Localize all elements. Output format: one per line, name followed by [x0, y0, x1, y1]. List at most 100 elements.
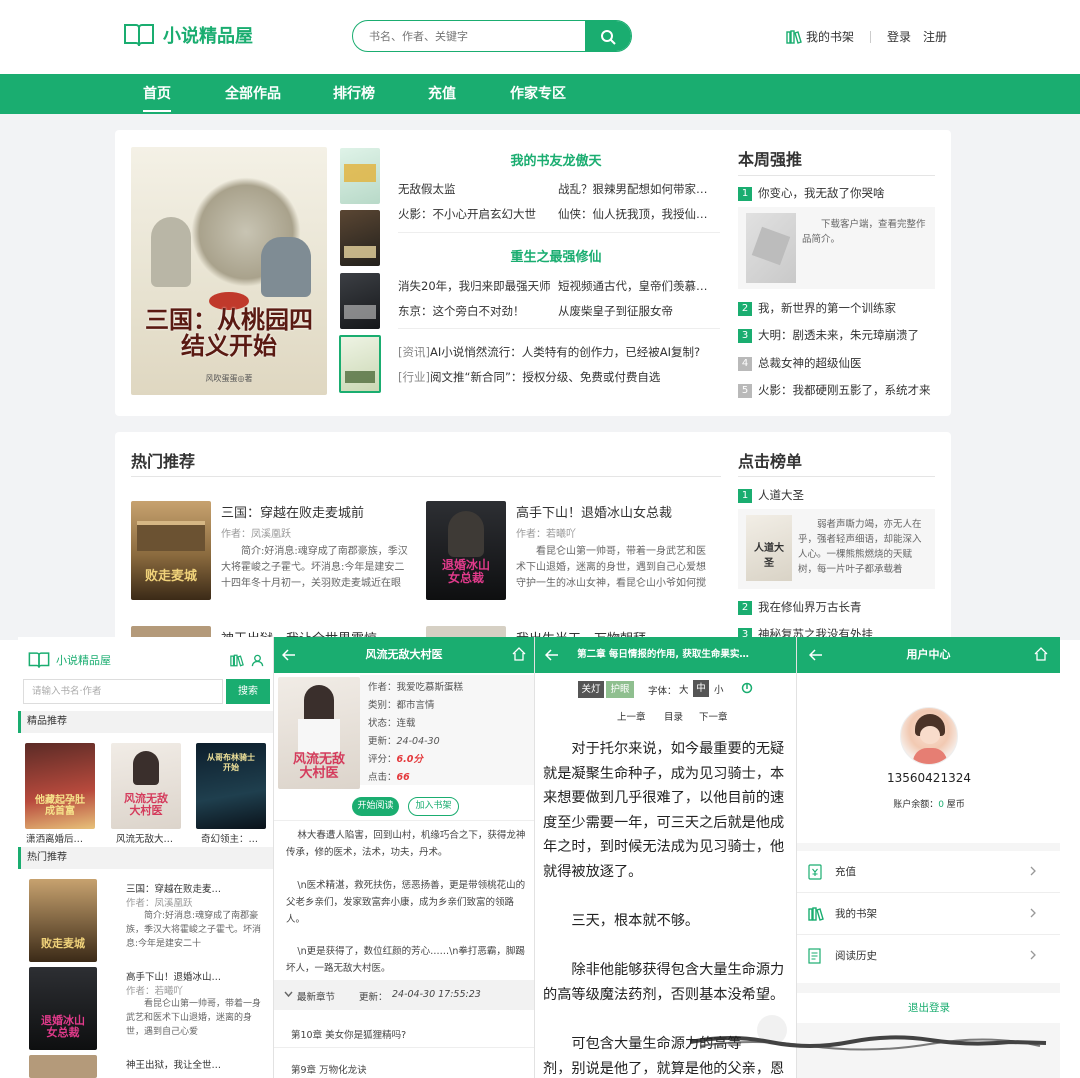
hot-cover-2[interactable]: 退婚冰山 女总裁	[426, 501, 506, 600]
featured-link[interactable]: 仙侠：仙人抚我顶，我授仙…	[558, 206, 708, 222]
menu-recharge[interactable]: 充值	[797, 851, 1060, 893]
nav-ranking[interactable]: 排行榜	[333, 74, 375, 114]
weekly-desc: 下载客户端，查看完整作品简介。	[802, 219, 926, 245]
featured-title-2[interactable]: 重生之最强修仙	[395, 246, 717, 265]
menu-bookshelf[interactable]: 我的书架	[797, 893, 1060, 935]
featured-link[interactable]: 从废柴皇子到征服女帝	[558, 303, 708, 319]
m-featured-cover-2[interactable]: 风流无敌 大村医	[111, 743, 181, 829]
mobile-home-panel: 小说精品屋 请输入书名·作者 搜索 精品推荐 他藏起孕肚 成首富 潇洒离婚后… 风…	[18, 637, 273, 1078]
scribble-decoration	[690, 1035, 1047, 1051]
register-link[interactable]: 注册	[923, 28, 947, 45]
thumb-cover-3[interactable]	[340, 273, 380, 329]
news-item[interactable]: [资讯]AI小说悄然流行：人类特有的创作力，已经被AI复制?	[398, 344, 720, 360]
avatar[interactable]	[900, 707, 958, 765]
prev-chapter-link[interactable]: 上一章	[617, 709, 646, 723]
hot-book-author[interactable]: 作者：凤溪凰跃	[221, 525, 291, 540]
bookshelf-icon[interactable]	[230, 654, 244, 667]
hot-book-title[interactable]: 高手下山！退婚冰山女总裁	[516, 502, 672, 521]
featured-title-1[interactable]: 我的书友龙傲天	[395, 150, 717, 169]
featured-link[interactable]: 战乱？狠辣男配想如何带家…	[558, 181, 708, 197]
nav-home[interactable]: 首页	[143, 74, 171, 114]
featured-link[interactable]: 短视频通古代，皇帝们羡慕…	[558, 278, 708, 294]
history-icon	[808, 948, 821, 964]
weekly-item-detail[interactable]: 下载客户端，查看完整作品简介。	[738, 207, 935, 289]
divider	[870, 30, 872, 43]
m-hot-title[interactable]: 神王出狱，我让全世…	[126, 1057, 221, 1071]
banner-cover[interactable]: 三国：从桃园四结义开始 风吹蛋蛋◎著	[131, 147, 327, 395]
reader-paragraph: 三天，根本就不够。	[571, 913, 700, 929]
reader-paragraph: 剂，别说是他了，就算是他的父亲，恩	[543, 1061, 785, 1077]
back-arrow-icon[interactable]	[545, 648, 559, 662]
home-icon[interactable]	[1034, 647, 1048, 661]
m-section-hot: 热门推荐	[18, 847, 273, 869]
m-hot-cover-2[interactable]: 退婚冰山 女总裁	[29, 967, 97, 1050]
weekly-item[interactable]: 3 大明：剧透未来，朱元璋崩溃了	[738, 327, 938, 343]
featured-link[interactable]: 无敌假太监	[398, 181, 548, 197]
click-rank-detail[interactable]: 人道大圣 弱者声嘶力竭，亦无人在乎，强者轻声细语，却能深入人心。一棵熊熊燃烧的天…	[738, 509, 935, 589]
featured-link[interactable]: 东京：这个旁白不对劲！	[398, 303, 548, 319]
eye-care-button[interactable]: 护眼	[606, 681, 634, 698]
back-arrow-icon[interactable]	[282, 648, 296, 662]
thumb-cover-4[interactable]	[339, 335, 381, 393]
user-icon[interactable]	[251, 654, 264, 667]
m-search-input[interactable]: 请输入书名·作者	[23, 679, 223, 704]
m-chapter-link[interactable]: 第10章 美女你是狐狸精吗?	[291, 1027, 406, 1041]
thumb-cover-1[interactable]	[340, 148, 380, 204]
m-info-clicks: 点击：66	[368, 772, 410, 783]
search-input[interactable]	[353, 21, 583, 51]
m-chapter-link[interactable]: 第9章 万物化龙诀	[291, 1062, 367, 1076]
m-latest-bar[interactable]: 最新章节 更新： 24-04-30 17:55:23	[274, 980, 534, 1010]
weekly-item[interactable]: 2 我，新世界的第一个训练家	[738, 300, 938, 316]
menu-history[interactable]: 阅读历史	[797, 935, 1060, 977]
m-hot-cover-1[interactable]: 败走麦城	[29, 879, 97, 962]
click-rank-item-1[interactable]: 1 人道大圣	[738, 487, 938, 503]
hot-book-title[interactable]: 三国：穿越在败走麦城前	[221, 502, 364, 521]
m-featured-title[interactable]: 奇幻领主：…	[201, 831, 273, 845]
next-chapter-link[interactable]: 下一章	[699, 709, 728, 723]
weekly-item[interactable]: 5 火影：我都硬刚五影了，系统才来	[738, 382, 938, 398]
m-hot-author[interactable]: 作者：若曦吖	[126, 983, 183, 997]
add-to-shelf-button[interactable]: 加入书架	[408, 797, 459, 816]
logout-button[interactable]: 退出登录	[797, 993, 1060, 1023]
m-hot-author[interactable]: 作者：凤溪凰跃	[126, 895, 193, 909]
back-arrow-icon[interactable]	[809, 648, 823, 662]
open-book-icon	[124, 24, 154, 47]
m-search-button[interactable]: 搜索	[226, 679, 270, 704]
home-icon[interactable]	[512, 647, 526, 661]
search-button[interactable]	[585, 21, 631, 51]
m-featured-cover-3[interactable]: 从哥布林骑士 开始	[196, 743, 266, 829]
m-logo[interactable]: 小说精品屋	[28, 651, 111, 669]
featured-link[interactable]: 消失20年，我归来即最强天师	[398, 278, 558, 294]
site-logo[interactable]: 小说精品屋	[123, 22, 253, 48]
weekly-item-1[interactable]: 1 你变心，我无敌了你哭啥	[738, 185, 938, 201]
news-item[interactable]: [行业]阅文推“新合同”：授权分级、免费或付费自选	[398, 369, 720, 385]
lights-off-button[interactable]: 关灯	[578, 681, 604, 698]
m-book-header: 风流无敌大村医	[274, 637, 534, 673]
bookshelf-link[interactable]: 我的书架	[806, 28, 854, 45]
click-rank-item[interactable]: 2 我在修仙界万古长青	[738, 599, 938, 615]
font-size-small[interactable]: 小	[714, 682, 724, 696]
chevron-down-icon	[284, 991, 293, 998]
weekly-item[interactable]: 4 总裁女神的超级仙医	[738, 355, 938, 371]
m-featured-cover-1[interactable]: 他藏起孕肚 成首富	[25, 743, 95, 829]
hot-cover-1[interactable]: 败走麦城	[131, 501, 211, 600]
chevron-right-icon	[1030, 908, 1036, 918]
click-rank-desc: 弱者声嘶力竭，亦无人在乎，强者轻声细语，却能深入人心。一棵熊熊燃烧的天赋树，每一…	[798, 519, 922, 575]
start-reading-button[interactable]: 开始阅读	[352, 797, 399, 816]
m-hot-title[interactable]: 高手下山！退婚冰山…	[126, 969, 221, 983]
nav-author-zone[interactable]: 作家专区	[510, 74, 566, 114]
login-link[interactable]: 登录	[887, 28, 911, 45]
m-featured-title[interactable]: 风流无敌大…	[116, 831, 188, 845]
featured-link[interactable]: 火影：不小心开启玄幻大世	[398, 206, 548, 222]
thumb-cover-2[interactable]	[340, 210, 380, 266]
m-hot-title[interactable]: 三国：穿越在败走麦…	[126, 881, 221, 895]
nav-all-works[interactable]: 全部作品	[225, 74, 281, 114]
m-hot-cover-3[interactable]	[29, 1055, 97, 1078]
toggle-icon[interactable]	[741, 682, 753, 694]
nav-recharge[interactable]: 充值	[428, 74, 456, 114]
m-featured-title[interactable]: 潇洒离婚后…	[26, 831, 98, 845]
hot-book-author[interactable]: 作者：若曦吖	[516, 525, 576, 540]
font-size-medium[interactable]: 中	[693, 680, 709, 697]
toc-link[interactable]: 目录	[664, 709, 683, 723]
font-size-large[interactable]: 大	[679, 682, 689, 696]
